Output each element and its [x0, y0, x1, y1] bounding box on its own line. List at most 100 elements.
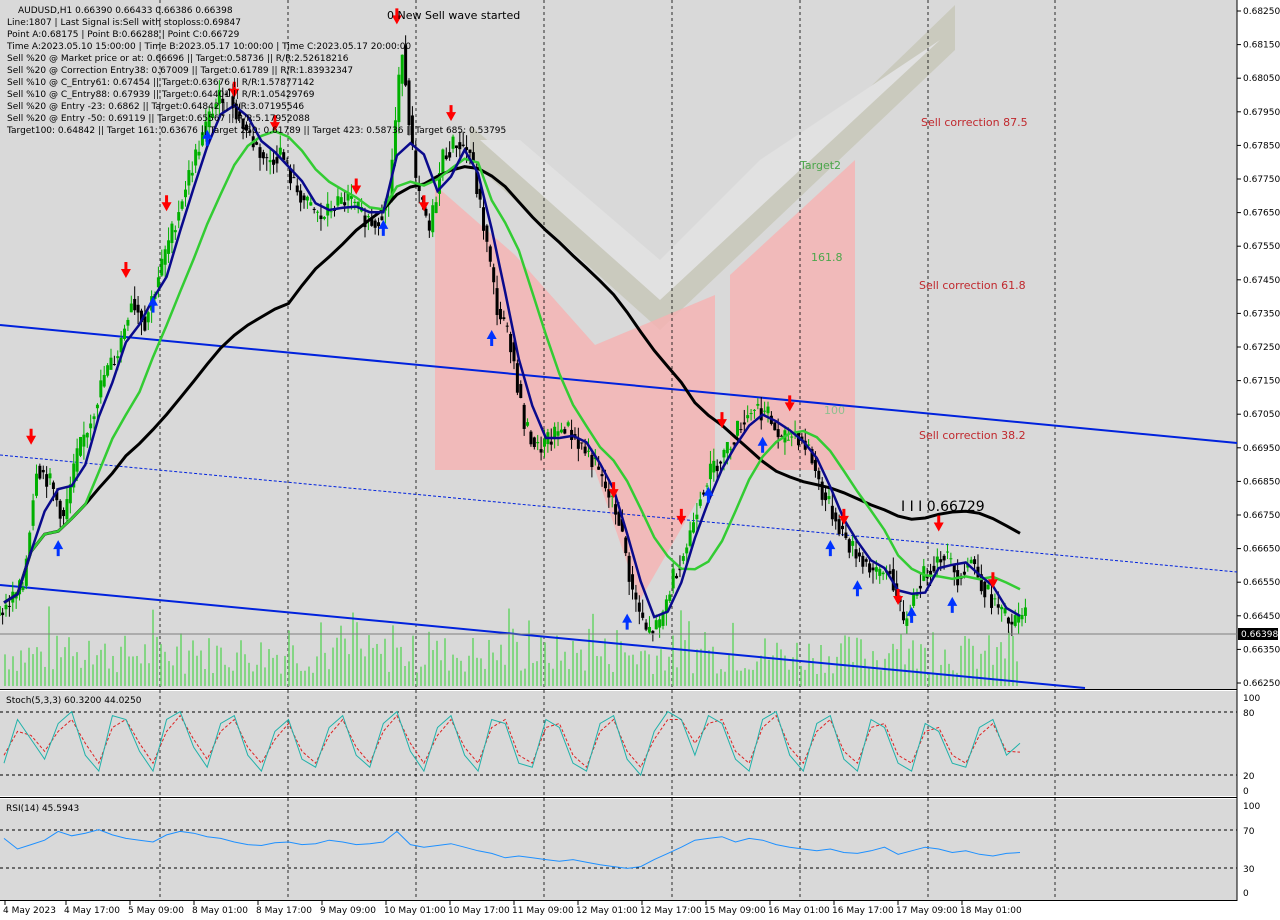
candle-body	[1010, 621, 1014, 625]
info-line: Point A:0.68175 | Point B:0.66288 | Poin…	[7, 30, 240, 40]
candle-body	[397, 74, 401, 123]
candle-body	[170, 223, 174, 244]
candle-body	[482, 207, 486, 231]
candle-body	[380, 216, 384, 221]
candle-body	[817, 470, 821, 480]
candle-body	[827, 496, 831, 500]
sell-correction-618: Sell correction 61.8	[919, 279, 1026, 292]
candle-body	[861, 555, 865, 567]
time-tick-label: 18 May 01:00	[960, 906, 1022, 916]
candle-body	[647, 626, 651, 633]
candle-body	[495, 288, 499, 316]
candle-body	[265, 157, 269, 159]
candle-body	[278, 147, 282, 155]
candle-body	[580, 442, 584, 444]
candle-body	[691, 522, 695, 533]
candle-body	[272, 159, 276, 165]
candle-body	[685, 547, 689, 554]
rsi-level-70: 70	[1243, 827, 1255, 837]
candle-body	[918, 585, 922, 589]
time-tick-label: 12 May 17:00	[640, 906, 702, 916]
candle-body	[448, 152, 452, 158]
candle-body	[587, 450, 591, 452]
candle-body	[427, 220, 431, 231]
candle-body	[136, 304, 140, 313]
candle-body	[932, 565, 936, 572]
candle-body	[841, 525, 845, 530]
candle-body	[302, 195, 306, 201]
candle-body	[515, 363, 519, 393]
candle-body	[183, 189, 187, 198]
chart-canvas[interactable]: 0.68250 0.68150 0.68050 0.67950 0.67850 0.677…	[0, 0, 1280, 920]
time-tick-label: 4 May 17:00	[64, 906, 120, 916]
candle-body	[129, 303, 133, 313]
candle-body	[366, 216, 370, 218]
candle-body	[106, 365, 110, 376]
candle-body	[441, 149, 445, 175]
candle-body	[566, 422, 570, 426]
candle-body	[109, 357, 113, 370]
candle-body	[837, 519, 841, 535]
candle-body	[187, 170, 191, 186]
candle-body	[526, 422, 530, 426]
candle-body	[167, 240, 171, 254]
candle-body	[505, 325, 509, 327]
candle-body	[939, 559, 943, 563]
candle-body	[556, 431, 560, 436]
candle-body	[1006, 617, 1010, 624]
rsi-level-0: 0	[1243, 889, 1249, 899]
candle-body	[708, 463, 712, 480]
candle-body	[89, 423, 93, 429]
info-line: Line:1807 | Last Signal is:Sell with sto…	[7, 18, 241, 28]
candle-body	[146, 312, 150, 323]
candle-body	[268, 160, 272, 163]
candle-body	[746, 415, 750, 419]
info-line: Sell %20 @ Correction Entry38: 0.67009 |…	[7, 66, 353, 76]
candle-body	[31, 500, 35, 526]
rsi-panel-bg	[0, 799, 1237, 901]
candle-body	[102, 374, 106, 387]
candle-body	[847, 539, 851, 553]
candle-body	[641, 612, 645, 618]
candle-body	[634, 592, 638, 600]
info-line: Sell %10 @ C_Entry88: 0.67939 || Target:…	[7, 90, 315, 100]
time-tick-label: 17 May 09:00	[896, 906, 958, 916]
time-tick-label: 16 May 17:00	[832, 906, 894, 916]
time-tick-label: 9 May 09:00	[320, 906, 376, 916]
candle-body	[133, 298, 137, 311]
candle-body	[763, 410, 767, 412]
candle-body	[830, 505, 834, 520]
candle-body	[881, 572, 885, 575]
level-100-label: 100	[824, 404, 845, 417]
candle-body	[414, 150, 418, 178]
candle-body	[681, 556, 685, 561]
candle-body	[99, 380, 103, 398]
price-tick-label: 0.67350	[1243, 309, 1280, 319]
price-tick-label: 0.67450	[1243, 276, 1280, 286]
info-line: Time A:2023.05.10 15:00:00 | Time B:2023…	[6, 42, 411, 52]
candle-body	[742, 422, 746, 425]
candle-body	[45, 474, 49, 487]
price-tick-label: 0.66950	[1243, 444, 1280, 454]
candle-body	[329, 211, 333, 213]
candle-body	[295, 185, 299, 193]
info-line: Target100: 0.64842 || Target 161: 0.6367…	[6, 126, 506, 136]
stoch-level-80: 80	[1243, 709, 1255, 719]
candle-body	[1013, 615, 1017, 626]
candle-body	[996, 604, 1000, 608]
candle-body	[51, 482, 55, 489]
candle-body	[400, 54, 404, 84]
candle-body	[993, 598, 997, 600]
price-tick-label: 0.67850	[1243, 141, 1280, 151]
candle-body	[21, 587, 25, 591]
info-line: Sell %20 @ Entry -50: 0.69119 || Target:…	[7, 114, 310, 124]
candle-body	[597, 466, 601, 470]
candle-body	[65, 499, 69, 520]
candle-body	[945, 551, 949, 553]
candle-body	[498, 308, 502, 320]
symbol-line: AUDUSD,H1 0.66390 0.66433 0.66386 0.6639…	[18, 6, 233, 16]
candle-body	[309, 202, 313, 206]
price-tick-label: 0.66350	[1243, 645, 1280, 655]
rsi-level-30: 30	[1243, 865, 1255, 875]
stoch-level-0: 0	[1243, 787, 1249, 797]
